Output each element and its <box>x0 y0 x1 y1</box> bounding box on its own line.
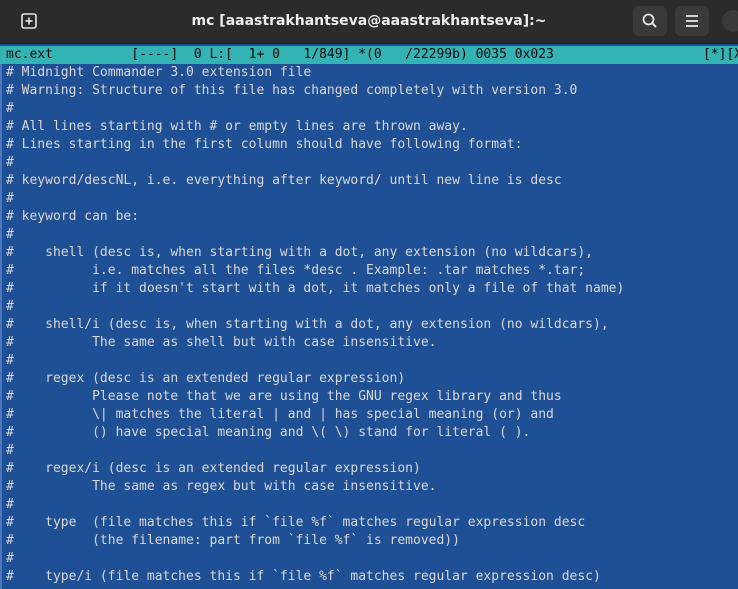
editor-line: # type (file matches this if `file %f` m… <box>6 515 586 530</box>
editor-status-info: mc.ext [----] 0 L:[ 1+ 0 1/849] *(0 /222… <box>6 47 554 62</box>
editor-line: # regex/i (desc is an extended regular e… <box>6 461 421 476</box>
editor-line: # shell (desc is, when starting with a d… <box>6 245 593 260</box>
editor-line: # keyword can be: <box>6 209 140 224</box>
editor-line: # <box>6 191 14 206</box>
titlebar: mc [aaastrakhantseva@aaastrakhantseva]:~ <box>0 0 738 44</box>
editor-line: # regex (desc is an extended regular exp… <box>6 371 406 386</box>
editor-status-bar: mc.ext [----] 0 L:[ 1+ 0 1/849] *(0 /222… <box>0 46 738 64</box>
editor-line: # (the filename: part from `file %f` is … <box>6 533 460 548</box>
editor-left-edge <box>0 64 2 589</box>
editor-line: # Warning: Structure of this file has ch… <box>6 83 578 98</box>
editor-line: # Please note that we are using the GNU … <box>6 389 562 404</box>
editor-text-area[interactable]: # Midnight Commander 3.0 extension file #… <box>0 64 738 589</box>
terminal-view[interactable]: mc.ext [----] 0 L:[ 1+ 0 1/849] *(0 /222… <box>0 45 738 589</box>
hamburger-menu-icon <box>686 15 698 27</box>
search-icon <box>642 13 657 28</box>
editor-line: # <box>6 551 14 566</box>
editor-line: # <box>6 155 14 170</box>
editor-line: # if it doesn't start with a dot, it mat… <box>6 281 625 296</box>
editor-line: # <box>6 353 14 368</box>
editor-line: # <box>6 227 14 242</box>
close-circle-icon <box>722 10 738 32</box>
terminal-window: mc [aaastrakhantseva@aaastrakhantseva]:~… <box>0 0 738 589</box>
editor-line: # Midnight Commander 3.0 extension file <box>6 65 312 80</box>
editor-line: # <box>6 443 14 458</box>
editor-line: # shell/i (desc is, when starting with a… <box>6 317 609 332</box>
editor-line: # <box>6 497 14 512</box>
search-button[interactable] <box>633 6 667 36</box>
editor-line: # All lines starting with # or empty lin… <box>6 119 468 134</box>
editor-line: # keyword/descNL, i.e. everything after … <box>6 173 562 188</box>
editor-line: # <box>6 299 14 314</box>
close-button[interactable] <box>716 6 738 36</box>
editor-window-controls[interactable]: [*][X] <box>703 46 738 64</box>
editor-line: # The same as shell but with case insens… <box>6 335 437 350</box>
editor-line: # Lines starting in the first column sho… <box>6 137 523 152</box>
editor-line: # type/i (file matches this if `file %f`… <box>6 569 601 584</box>
editor-line: # <box>6 101 14 116</box>
editor-line: # \| matches the literal | and | has spe… <box>6 407 554 422</box>
menu-button[interactable] <box>675 6 709 36</box>
editor-line: # i.e. matches all the files *desc . Exa… <box>6 263 586 278</box>
editor-line: # The same as regex but with case insens… <box>6 479 437 494</box>
window-title: mc [aaastrakhantseva@aaastrakhantseva]:~ <box>191 13 547 29</box>
editor-line: # () have special meaning and \( \) stan… <box>6 425 531 440</box>
